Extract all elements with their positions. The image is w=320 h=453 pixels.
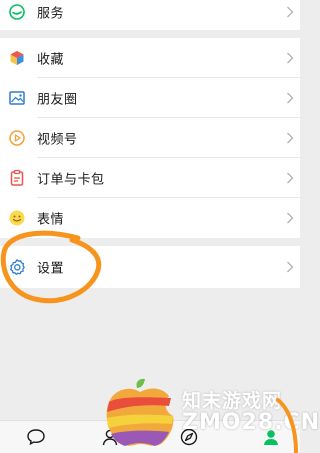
- menu-item-label: 视频号: [37, 132, 78, 148]
- chevron-right-icon: [287, 52, 294, 64]
- menu-item-label: 设置: [37, 261, 65, 277]
- tab-me[interactable]: [260, 427, 282, 447]
- menu-item-label: 订单与卡包: [37, 172, 105, 188]
- favorites-cube-icon: [8, 49, 26, 67]
- menu-item-label: 服务: [37, 6, 65, 22]
- service-icon: [8, 3, 26, 21]
- orders-cards-icon: [8, 169, 26, 187]
- gear-icon: [8, 258, 26, 276]
- menu-item-stickers[interactable]: 表情: [0, 198, 300, 238]
- menu-item-moments[interactable]: 朋友圈: [0, 78, 300, 118]
- channels-play-icon: [8, 129, 26, 147]
- menu-item-favorites[interactable]: 收藏: [0, 38, 300, 78]
- menu-item-label: 表情: [37, 212, 65, 228]
- chevron-right-icon: [287, 261, 294, 273]
- features-group: 收藏 朋友圈 视频号 订单与卡包 表情: [0, 38, 300, 238]
- watermark-text: 知末游戏网: [182, 390, 283, 412]
- tab-discover[interactable]: [178, 427, 200, 447]
- stickers-smiley-icon: [8, 209, 26, 227]
- chevron-right-icon: [287, 212, 294, 224]
- chats-icon: [27, 429, 45, 446]
- tab-chats[interactable]: [25, 427, 47, 447]
- menu-item-orders-cards[interactable]: 订单与卡包: [0, 158, 300, 198]
- moments-photo-icon: [8, 89, 26, 107]
- services-group: 服务: [0, 0, 300, 30]
- menu-item-settings[interactable]: 设置: [0, 246, 300, 288]
- settings-group: 设置: [0, 246, 300, 288]
- chevron-right-icon: [287, 132, 294, 144]
- menu-item-label: 朋友圈: [37, 92, 78, 108]
- section-gap: [0, 30, 300, 38]
- chevron-right-icon: [287, 6, 294, 18]
- discover-compass-icon: [180, 428, 198, 446]
- chevron-right-icon: [287, 172, 294, 184]
- menu-item-channels[interactable]: 视频号: [0, 118, 300, 158]
- section-gap: [0, 238, 300, 246]
- contacts-icon: [102, 429, 118, 446]
- menu-item-services[interactable]: 服务: [0, 0, 300, 30]
- tab-contacts[interactable]: [100, 427, 122, 447]
- menu-item-label: 收藏: [37, 52, 65, 68]
- chevron-right-icon: [287, 92, 294, 104]
- me-icon: [264, 430, 278, 445]
- tab-bar: [0, 420, 300, 453]
